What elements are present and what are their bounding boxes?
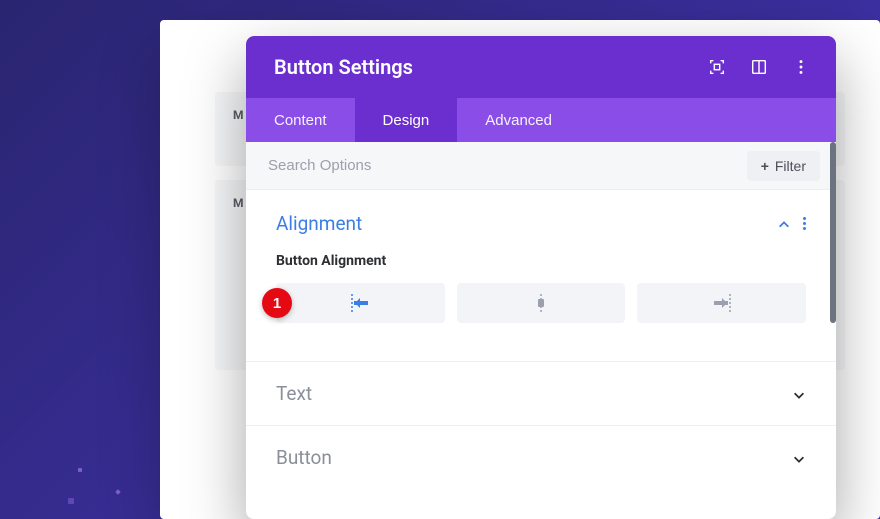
step-badge: 1 xyxy=(262,288,292,318)
chevron-up-icon[interactable] xyxy=(777,217,791,231)
section-more-icon[interactable] xyxy=(803,217,806,230)
background-row-letter: M xyxy=(233,108,244,122)
section-title: Alignment xyxy=(276,212,362,235)
section-alignment: Alignment Button Alignment 1 xyxy=(246,190,836,362)
filter-button[interactable]: + Filter xyxy=(747,151,820,181)
plus-icon: + xyxy=(761,158,769,174)
align-left-button[interactable]: 1 xyxy=(276,283,445,323)
modal-header: Button Settings xyxy=(246,36,836,98)
tab-design[interactable]: Design xyxy=(355,98,458,142)
align-center-button[interactable] xyxy=(457,283,626,323)
background-row-letter: M xyxy=(233,196,244,210)
section-header[interactable]: Alignment xyxy=(276,212,806,235)
section-button: Button xyxy=(246,426,836,489)
scrollbar[interactable] xyxy=(830,142,836,519)
scrollbar-thumb[interactable] xyxy=(830,142,836,323)
tab-advanced[interactable]: Advanced xyxy=(457,98,580,142)
align-right-button[interactable] xyxy=(637,283,806,323)
modal-body: + Filter Alignment Button Alignment xyxy=(246,142,836,519)
settings-modal: Button Settings Content xyxy=(246,36,836,519)
more-icon[interactable] xyxy=(792,58,810,76)
header-actions xyxy=(708,58,810,76)
alignment-button-group: 1 xyxy=(276,283,806,323)
modal-title: Button Settings xyxy=(274,55,413,79)
search-input[interactable] xyxy=(268,157,654,174)
section-text: Text xyxy=(246,362,836,426)
section-title: Button xyxy=(276,446,332,469)
align-right-icon xyxy=(710,294,734,312)
decorative-dot xyxy=(68,498,74,504)
decorative-dot xyxy=(78,468,82,472)
expand-icon[interactable] xyxy=(708,58,726,76)
search-bar: + Filter xyxy=(246,142,836,190)
decorative-dot xyxy=(115,489,121,495)
tab-content[interactable]: Content xyxy=(246,98,355,142)
align-left-icon xyxy=(348,294,372,312)
section-header[interactable]: Button xyxy=(276,446,806,469)
modal-tabs: Content Design Advanced xyxy=(246,98,836,142)
filter-button-label: Filter xyxy=(775,158,806,174)
chevron-down-icon[interactable] xyxy=(792,387,806,401)
align-center-icon xyxy=(529,294,553,312)
responsive-icon[interactable] xyxy=(750,58,768,76)
section-header[interactable]: Text xyxy=(276,382,806,405)
field-label: Button Alignment xyxy=(276,253,806,269)
section-header-actions xyxy=(777,217,806,231)
section-title: Text xyxy=(276,382,312,405)
chevron-down-icon[interactable] xyxy=(792,451,806,465)
